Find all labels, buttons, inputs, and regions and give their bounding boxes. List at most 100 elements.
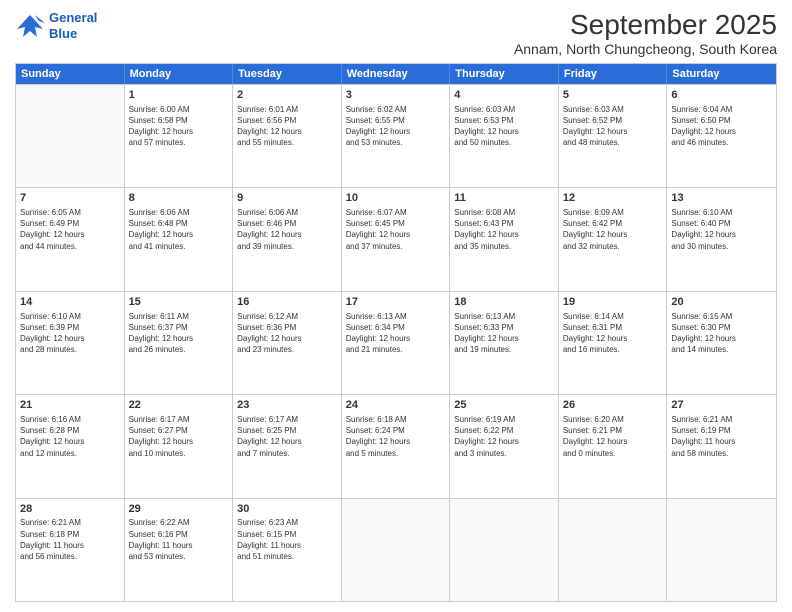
calendar: SundayMondayTuesdayWednesdayThursdayFrid… (15, 63, 777, 602)
day-cell-17: 17Sunrise: 6:13 AM Sunset: 6:34 PM Dayli… (342, 292, 451, 394)
day-content: Sunrise: 6:21 AM Sunset: 6:19 PM Dayligh… (671, 414, 772, 459)
day-content: Sunrise: 6:03 AM Sunset: 6:52 PM Dayligh… (563, 104, 663, 149)
day-number: 25 (454, 398, 554, 413)
day-number: 5 (563, 88, 663, 103)
header-day-monday: Monday (125, 64, 234, 84)
day-content: Sunrise: 6:03 AM Sunset: 6:53 PM Dayligh… (454, 104, 554, 149)
week-row-3: 21Sunrise: 6:16 AM Sunset: 6:28 PM Dayli… (16, 394, 776, 497)
day-number: 21 (20, 398, 120, 413)
day-number: 23 (237, 398, 337, 413)
logo-line1: General (49, 10, 97, 25)
day-content: Sunrise: 6:00 AM Sunset: 6:58 PM Dayligh… (129, 104, 229, 149)
day-number: 11 (454, 191, 554, 206)
day-cell-24: 24Sunrise: 6:18 AM Sunset: 6:24 PM Dayli… (342, 395, 451, 497)
day-number: 7 (20, 191, 120, 206)
day-number: 9 (237, 191, 337, 206)
day-content: Sunrise: 6:20 AM Sunset: 6:21 PM Dayligh… (563, 414, 663, 459)
day-cell-27: 27Sunrise: 6:21 AM Sunset: 6:19 PM Dayli… (667, 395, 776, 497)
day-content: Sunrise: 6:13 AM Sunset: 6:34 PM Dayligh… (346, 311, 446, 356)
day-content: Sunrise: 6:22 AM Sunset: 6:16 PM Dayligh… (129, 517, 229, 562)
day-cell-16: 16Sunrise: 6:12 AM Sunset: 6:36 PM Dayli… (233, 292, 342, 394)
day-cell-empty (667, 499, 776, 601)
day-cell-1: 1Sunrise: 6:00 AM Sunset: 6:58 PM Daylig… (125, 85, 234, 187)
day-content: Sunrise: 6:17 AM Sunset: 6:27 PM Dayligh… (129, 414, 229, 459)
logo-text: General Blue (49, 10, 97, 41)
day-content: Sunrise: 6:09 AM Sunset: 6:42 PM Dayligh… (563, 207, 663, 252)
title-block: September 2025 Annam, North Chungcheong,… (514, 10, 777, 57)
day-cell-7: 7Sunrise: 6:05 AM Sunset: 6:49 PM Daylig… (16, 188, 125, 290)
day-content: Sunrise: 6:14 AM Sunset: 6:31 PM Dayligh… (563, 311, 663, 356)
day-number: 16 (237, 295, 337, 310)
day-cell-10: 10Sunrise: 6:07 AM Sunset: 6:45 PM Dayli… (342, 188, 451, 290)
header-day-sunday: Sunday (16, 64, 125, 84)
day-cell-25: 25Sunrise: 6:19 AM Sunset: 6:22 PM Dayli… (450, 395, 559, 497)
header-day-tuesday: Tuesday (233, 64, 342, 84)
day-number: 29 (129, 502, 229, 517)
day-cell-2: 2Sunrise: 6:01 AM Sunset: 6:56 PM Daylig… (233, 85, 342, 187)
location-title: Annam, North Chungcheong, South Korea (514, 41, 777, 57)
day-content: Sunrise: 6:08 AM Sunset: 6:43 PM Dayligh… (454, 207, 554, 252)
day-cell-22: 22Sunrise: 6:17 AM Sunset: 6:27 PM Dayli… (125, 395, 234, 497)
day-content: Sunrise: 6:21 AM Sunset: 6:18 PM Dayligh… (20, 517, 120, 562)
day-content: Sunrise: 6:16 AM Sunset: 6:28 PM Dayligh… (20, 414, 120, 459)
day-number: 19 (563, 295, 663, 310)
day-content: Sunrise: 6:05 AM Sunset: 6:49 PM Dayligh… (20, 207, 120, 252)
day-number: 22 (129, 398, 229, 413)
calendar-body: 1Sunrise: 6:00 AM Sunset: 6:58 PM Daylig… (16, 84, 776, 601)
day-cell-20: 20Sunrise: 6:15 AM Sunset: 6:30 PM Dayli… (667, 292, 776, 394)
day-cell-3: 3Sunrise: 6:02 AM Sunset: 6:55 PM Daylig… (342, 85, 451, 187)
day-content: Sunrise: 6:01 AM Sunset: 6:56 PM Dayligh… (237, 104, 337, 149)
day-content: Sunrise: 6:18 AM Sunset: 6:24 PM Dayligh… (346, 414, 446, 459)
day-content: Sunrise: 6:23 AM Sunset: 6:15 PM Dayligh… (237, 517, 337, 562)
day-content: Sunrise: 6:04 AM Sunset: 6:50 PM Dayligh… (671, 104, 772, 149)
calendar-header: SundayMondayTuesdayWednesdayThursdayFrid… (16, 64, 776, 84)
header-day-friday: Friday (559, 64, 668, 84)
day-cell-empty (559, 499, 668, 601)
day-content: Sunrise: 6:02 AM Sunset: 6:55 PM Dayligh… (346, 104, 446, 149)
day-content: Sunrise: 6:12 AM Sunset: 6:36 PM Dayligh… (237, 311, 337, 356)
day-cell-28: 28Sunrise: 6:21 AM Sunset: 6:18 PM Dayli… (16, 499, 125, 601)
page: General Blue September 2025 Annam, North… (0, 0, 792, 612)
day-cell-15: 15Sunrise: 6:11 AM Sunset: 6:37 PM Dayli… (125, 292, 234, 394)
day-number: 27 (671, 398, 772, 413)
day-number: 14 (20, 295, 120, 310)
day-cell-5: 5Sunrise: 6:03 AM Sunset: 6:52 PM Daylig… (559, 85, 668, 187)
day-number: 3 (346, 88, 446, 103)
header-day-thursday: Thursday (450, 64, 559, 84)
day-content: Sunrise: 6:15 AM Sunset: 6:30 PM Dayligh… (671, 311, 772, 356)
day-number: 17 (346, 295, 446, 310)
day-content: Sunrise: 6:11 AM Sunset: 6:37 PM Dayligh… (129, 311, 229, 356)
day-cell-19: 19Sunrise: 6:14 AM Sunset: 6:31 PM Dayli… (559, 292, 668, 394)
day-number: 10 (346, 191, 446, 206)
day-cell-8: 8Sunrise: 6:06 AM Sunset: 6:48 PM Daylig… (125, 188, 234, 290)
day-number: 18 (454, 295, 554, 310)
week-row-1: 7Sunrise: 6:05 AM Sunset: 6:49 PM Daylig… (16, 187, 776, 290)
day-cell-9: 9Sunrise: 6:06 AM Sunset: 6:46 PM Daylig… (233, 188, 342, 290)
logo-line2: Blue (49, 26, 77, 41)
day-cell-18: 18Sunrise: 6:13 AM Sunset: 6:33 PM Dayli… (450, 292, 559, 394)
day-content: Sunrise: 6:17 AM Sunset: 6:25 PM Dayligh… (237, 414, 337, 459)
day-cell-26: 26Sunrise: 6:20 AM Sunset: 6:21 PM Dayli… (559, 395, 668, 497)
day-cell-11: 11Sunrise: 6:08 AM Sunset: 6:43 PM Dayli… (450, 188, 559, 290)
day-number: 1 (129, 88, 229, 103)
day-cell-4: 4Sunrise: 6:03 AM Sunset: 6:53 PM Daylig… (450, 85, 559, 187)
header-day-saturday: Saturday (667, 64, 776, 84)
day-content: Sunrise: 6:06 AM Sunset: 6:46 PM Dayligh… (237, 207, 337, 252)
day-cell-6: 6Sunrise: 6:04 AM Sunset: 6:50 PM Daylig… (667, 85, 776, 187)
day-cell-21: 21Sunrise: 6:16 AM Sunset: 6:28 PM Dayli… (16, 395, 125, 497)
day-cell-14: 14Sunrise: 6:10 AM Sunset: 6:39 PM Dayli… (16, 292, 125, 394)
day-number: 4 (454, 88, 554, 103)
header-day-wednesday: Wednesday (342, 64, 451, 84)
header: General Blue September 2025 Annam, North… (15, 10, 777, 57)
day-cell-23: 23Sunrise: 6:17 AM Sunset: 6:25 PM Dayli… (233, 395, 342, 497)
day-content: Sunrise: 6:19 AM Sunset: 6:22 PM Dayligh… (454, 414, 554, 459)
day-cell-30: 30Sunrise: 6:23 AM Sunset: 6:15 PM Dayli… (233, 499, 342, 601)
day-number: 12 (563, 191, 663, 206)
day-number: 28 (20, 502, 120, 517)
day-number: 30 (237, 502, 337, 517)
week-row-4: 28Sunrise: 6:21 AM Sunset: 6:18 PM Dayli… (16, 498, 776, 601)
day-cell-13: 13Sunrise: 6:10 AM Sunset: 6:40 PM Dayli… (667, 188, 776, 290)
day-content: Sunrise: 6:10 AM Sunset: 6:39 PM Dayligh… (20, 311, 120, 356)
week-row-2: 14Sunrise: 6:10 AM Sunset: 6:39 PM Dayli… (16, 291, 776, 394)
day-content: Sunrise: 6:13 AM Sunset: 6:33 PM Dayligh… (454, 311, 554, 356)
